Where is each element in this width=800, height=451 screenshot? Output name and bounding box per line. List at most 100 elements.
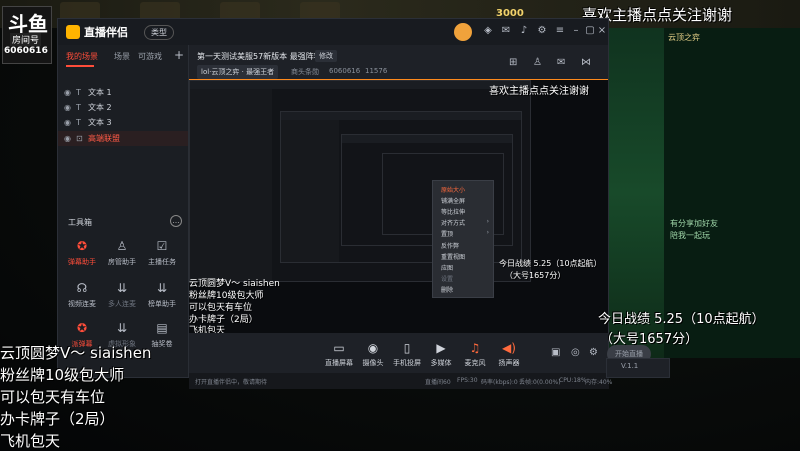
button-label: 扬声器: [498, 359, 520, 367]
nested-left-panel: [190, 89, 272, 281]
tab-my-scenes[interactable]: 我的场景: [66, 51, 98, 62]
user-icon[interactable]: ♙: [533, 57, 542, 68]
record-icon[interactable]: ▣: [551, 347, 560, 358]
maximize-icon[interactable]: ▢: [584, 25, 596, 37]
gift-icon[interactable]: ✉: [557, 57, 565, 68]
big-account-text: （大号1657分）: [600, 332, 699, 347]
preview-follow-text: 喜欢主播点点关注谢谢: [489, 86, 589, 97]
minimize-icon[interactable]: –: [570, 25, 582, 37]
status-item: FPS:30: [457, 377, 478, 384]
list-item[interactable]: ◉ ⊡ 高端联盟: [58, 131, 188, 146]
list-item[interactable]: ◉ T 文本 2: [58, 100, 188, 115]
tool-rank[interactable]: ⇊ 榜单助手: [142, 281, 182, 321]
source-toolbar: ▭ 直播屏幕 ◉ 摄像头 ▯ 手机投屏 ▶ 多媒体 ♫ 麦克风 ◀) 扬声器 ▣…: [189, 333, 651, 373]
status-bar: 打开直播伴侣中，敬请期待 直播间60 FPS:30 码率(kbps):0 丢帧:…: [189, 373, 613, 389]
brand-logo-icon: [66, 25, 80, 39]
app-brand: 直播伴侣: [84, 26, 128, 39]
overlay-line: 办卡牌子（2局）: [0, 410, 115, 428]
eye-icon[interactable]: ◎: [571, 347, 580, 358]
add-source-icon[interactable]: +: [174, 48, 184, 62]
danmu-icon: ✪: [76, 239, 88, 253]
tool-video-link[interactable]: ☊ 视频连麦: [62, 281, 102, 321]
tool-room-admin[interactable]: ♙ 房管助手: [102, 239, 142, 279]
menu-item-settings[interactable]: 设置: [441, 274, 453, 283]
eye-icon[interactable]: ◉: [64, 88, 71, 97]
bag-icon[interactable]: ⊞: [509, 57, 517, 68]
type-badge[interactable]: 类型: [144, 25, 174, 40]
more-icon[interactable]: …: [170, 215, 182, 227]
side-window: V.1.1: [606, 358, 670, 378]
live-companion-window: 直播伴侣 类型 ◈ ✉ ♪ ⚙ ≡ – ▢ × 我的场景 场景 可游戏 + ◉ …: [57, 18, 651, 389]
menu-item-stretch[interactable]: 等比拉伸: [441, 207, 465, 216]
eye-icon[interactable]: ◉: [64, 103, 71, 112]
status-item: 直播间60: [425, 379, 451, 386]
speaker-button[interactable]: ◀) 扬声器: [489, 341, 529, 368]
menu-item-fill-screen[interactable]: 铺满全屏: [441, 196, 465, 205]
tool-label: 榜单助手: [148, 300, 176, 308]
skin-icon[interactable]: ◈: [482, 25, 494, 37]
window-titlebar: 直播伴侣 类型 ◈ ✉ ♪ ⚙ ≡ – ▢ ×: [58, 19, 608, 45]
right-panel-header: 云顶之弈: [668, 33, 700, 42]
close-icon[interactable]: ×: [596, 25, 608, 37]
menu-item-top[interactable]: 置顶: [441, 229, 453, 238]
tool-label: 弹幕助手: [68, 258, 96, 266]
room-label: 房间号: [10, 33, 42, 46]
overlay-line: 可以包天有车位: [0, 388, 106, 406]
meta-item: 11576: [365, 67, 388, 75]
tool-multi-link[interactable]: ⇊ 多人连麦: [102, 281, 142, 321]
menu-item-image[interactable]: 应图: [441, 263, 453, 272]
tool-label: 主播任务: [148, 258, 176, 266]
mail-icon[interactable]: ✉: [500, 25, 512, 37]
nested-titlebar: [281, 112, 521, 120]
text-icon: T: [76, 88, 81, 97]
tool-danmu-helper[interactable]: ✪ 弹幕助手: [62, 239, 102, 279]
share-icon[interactable]: ⋈: [581, 57, 591, 68]
status-item: CPU:18%: [559, 377, 587, 384]
tool-label: 多人连麦: [108, 300, 136, 308]
gear-icon[interactable]: ⚙: [589, 347, 598, 358]
menu-icon[interactable]: ≡: [554, 25, 566, 37]
status-item: 内存:40%: [585, 379, 613, 386]
preview-stats-line: 今日战绩 5.25（10点起航）: [499, 259, 602, 268]
list-item[interactable]: ◉ T 文本 3: [58, 115, 188, 130]
avatar-icon: ⇊: [116, 321, 128, 335]
toolbox-label: 工具箱: [68, 218, 92, 227]
menu-item-anticheat[interactable]: 反作弊: [441, 241, 459, 250]
live-preview[interactable]: 喜欢主播点点关注谢谢 云顶圆梦V～ siaishen 粉丝牌10级包大师 可以包…: [189, 79, 608, 335]
status-item: 丢帧:0(0.00%): [519, 379, 561, 386]
overlay-line: 飞机包天: [0, 432, 61, 450]
tool-anchor-task[interactable]: ☑ 主播任务: [142, 239, 182, 279]
chevron-right-icon: ›: [486, 218, 489, 225]
version-label: V.1.1: [621, 362, 639, 370]
list-item[interactable]: ◉ T 文本 1: [58, 85, 188, 100]
text-icon: T: [76, 103, 81, 112]
lottery-icon: ▤: [156, 321, 168, 335]
eye-icon[interactable]: ◉: [64, 134, 71, 143]
edit-title-button[interactable]: 修改: [315, 50, 337, 62]
rank-icon: ⇊: [156, 281, 168, 295]
menu-item-align[interactable]: 对齐方式: [441, 218, 465, 227]
video-link-icon: ☊: [76, 281, 88, 295]
tool-label: 视频连麦: [68, 300, 96, 308]
category-pill[interactable]: lol·云顶之弈 · 最强王者: [197, 65, 279, 79]
context-menu: 原始大小 铺满全屏 等比拉伸 对齐方式 › 置顶 › 反作弊 重置视图 应图 设…: [432, 180, 494, 298]
settings-icon[interactable]: ⚙: [536, 25, 548, 37]
status-message: 打开直播伴侣中，敬请期待: [195, 379, 268, 386]
menu-item-original-size[interactable]: 原始大小: [441, 185, 465, 194]
tab-games[interactable]: 可游戏: [138, 51, 162, 62]
source-panel: 我的场景 场景 可游戏 + ◉ T 文本 1 ◉ T 文本 2 ◉ T 文本 3…: [58, 45, 189, 377]
tab-scenes[interactable]: 场景: [114, 51, 130, 62]
tool-label: 房管助手: [108, 258, 136, 266]
nested-titlebar: [190, 81, 530, 89]
scene-label: 文本 3: [88, 118, 112, 127]
menu-item-delete[interactable]: 删除: [441, 285, 453, 294]
avatar[interactable]: [454, 23, 472, 41]
overlay-line: 粉丝牌10级包大师: [0, 366, 125, 384]
status-item: 码率(kbps):0: [481, 379, 518, 386]
multi-link-icon: ⇊: [116, 281, 128, 295]
menu-item-reset-view[interactable]: 重置视图: [441, 252, 465, 261]
bell-icon[interactable]: ♪: [518, 25, 530, 37]
admin-icon: ♙: [116, 239, 128, 253]
stream-title: 第一天测试美服57新版本 最强阵容: [197, 52, 322, 61]
eye-icon[interactable]: ◉: [64, 118, 71, 127]
